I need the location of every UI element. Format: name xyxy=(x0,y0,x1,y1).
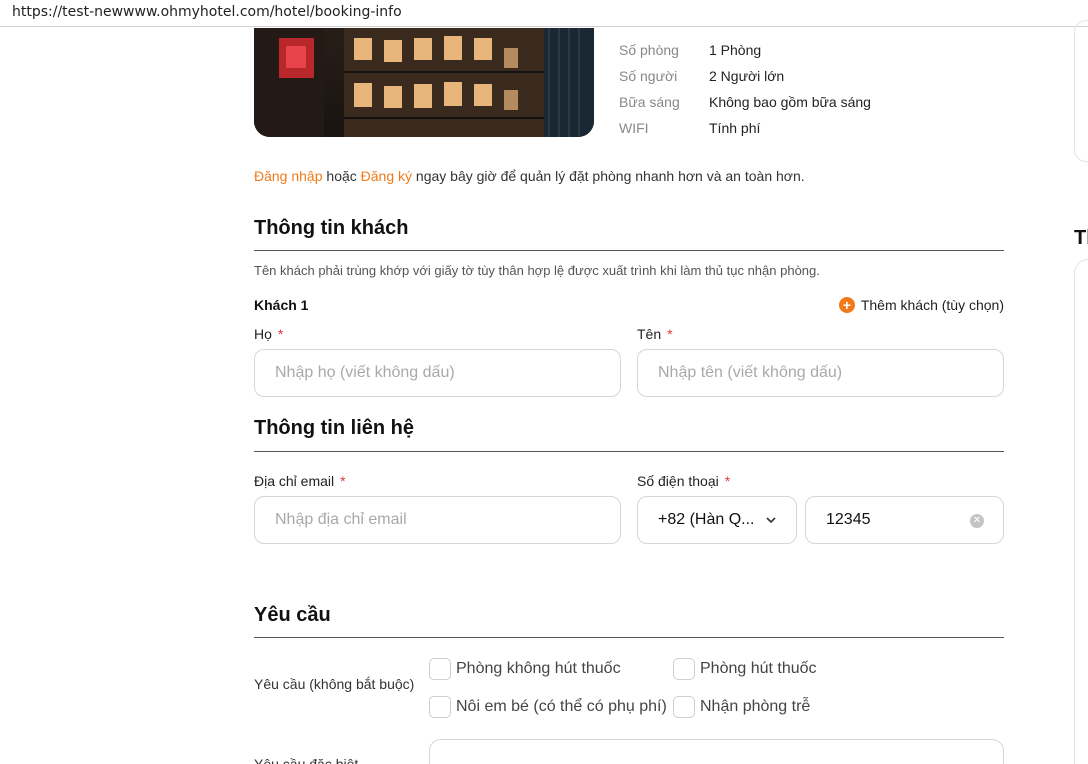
room-info-row: Số phòng 1 Phòng xyxy=(619,37,871,63)
room-info-key: WIFI xyxy=(619,120,649,136)
checkbox-box[interactable] xyxy=(673,658,695,680)
special-request-textarea[interactable] xyxy=(429,739,1004,764)
email-label: Địa chỉ email * xyxy=(254,473,346,489)
checkbox-non-smoking[interactable]: Phòng không hút thuốc xyxy=(429,658,621,680)
checkbox-label: Nhận phòng trễ xyxy=(700,698,811,715)
room-info-key: Số phòng xyxy=(619,42,679,58)
chevron-down-icon xyxy=(766,517,776,524)
checkbox-smoking[interactable]: Phòng hút thuốc xyxy=(673,658,817,680)
clear-icon[interactable]: ✕ xyxy=(970,514,984,528)
checkbox-label: Phòng không hút thuốc xyxy=(456,660,621,677)
checkbox-box[interactable] xyxy=(429,658,451,680)
add-guest-button[interactable]: + Thêm khách (tùy chọn) xyxy=(838,297,1004,313)
checkbox-baby-crib[interactable]: Nôi em bé (có thể có phụ phí) xyxy=(429,696,667,718)
first-name-label: Tên * xyxy=(637,326,673,342)
checkbox-late-checkin[interactable]: Nhận phòng trễ xyxy=(673,696,810,718)
login-prompt: Đăng nhập hoặc Đăng ký ngay bây giờ để q… xyxy=(254,168,805,184)
room-info-key: Bữa sáng xyxy=(619,94,680,110)
room-info-key: Số người xyxy=(619,68,678,84)
login-prompt-text: ngay bây giờ để quản lý đặt phòng nhanh … xyxy=(412,168,805,184)
guest-name-note: Tên khách phải trùng khớp với giấy tờ tù… xyxy=(254,263,820,278)
add-guest-label: Thêm khách (tùy chọn) xyxy=(860,297,1004,313)
guest-1-label: Khách 1 xyxy=(254,297,309,313)
sidebar-title: Th xyxy=(1074,227,1088,249)
checkbox-label: Phòng hút thuốc xyxy=(700,660,817,677)
room-info-value: Tính phí xyxy=(709,120,761,136)
first-name-input[interactable] xyxy=(637,349,1004,397)
room-info-row: WIFI Tính phí xyxy=(619,115,871,141)
guest-section-title: Thông tin khách xyxy=(254,217,409,239)
optional-request-label: Yêu cầu (không bắt buộc) xyxy=(254,676,415,692)
country-code-select[interactable]: +82 (Hàn Q... xyxy=(637,496,797,544)
checkbox-box[interactable] xyxy=(673,696,695,718)
checkbox-label: Nôi em bé (có thể có phụ phí) xyxy=(456,698,667,715)
room-info-row: Số người 2 Người lớn xyxy=(619,63,871,89)
email-label-text: Địa chỉ email xyxy=(254,473,335,489)
required-mark: * xyxy=(277,326,284,342)
required-mark: * xyxy=(724,473,731,489)
section-divider xyxy=(254,451,1004,452)
browser-url-bar[interactable]: https://test-newwww.ohmyhotel.com/hotel/… xyxy=(0,0,1088,27)
room-info-value: 1 Phòng xyxy=(709,42,762,58)
section-divider xyxy=(254,637,1004,638)
login-or-text: hoặc xyxy=(322,168,361,184)
section-divider xyxy=(254,250,1004,251)
last-name-label-text: Họ xyxy=(254,326,272,342)
room-info-value: 2 Người lớn xyxy=(709,68,785,84)
required-mark: * xyxy=(340,473,346,489)
url-text[interactable]: https://test-newwww.ohmyhotel.com/hotel/… xyxy=(12,4,402,20)
phone-label-text: Số điện thoại xyxy=(637,473,719,489)
plus-circle-icon: + xyxy=(838,297,855,313)
last-name-label: Họ * xyxy=(254,326,283,342)
first-name-label-text: Tên xyxy=(637,326,662,342)
checkbox-box[interactable] xyxy=(429,696,451,718)
contact-section-title: Thông tin liên hệ xyxy=(254,417,414,439)
room-info-row: Bữa sáng Không bao gồm bữa sáng xyxy=(619,89,871,115)
summary-card xyxy=(1074,20,1088,162)
last-name-input[interactable] xyxy=(254,349,621,397)
register-link[interactable]: Đăng ký xyxy=(361,168,412,184)
price-card xyxy=(1074,259,1088,764)
login-link[interactable]: Đăng nhập xyxy=(254,168,323,184)
room-info-list: Số phòng 1 Phòng Số người 2 Người lớn Bữ… xyxy=(619,37,871,141)
hotel-photo xyxy=(254,28,594,137)
email-input[interactable] xyxy=(254,496,621,544)
room-info-value: Không bao gồm bữa sáng xyxy=(709,94,871,110)
required-mark: * xyxy=(667,326,673,342)
request-section-title: Yêu cầu xyxy=(254,604,331,626)
special-request-label: Yêu cầu đặc biệt xyxy=(254,756,359,764)
country-code-value: +82 (Hàn Q... xyxy=(658,511,755,528)
phone-label: Số điện thoại * xyxy=(637,473,730,489)
